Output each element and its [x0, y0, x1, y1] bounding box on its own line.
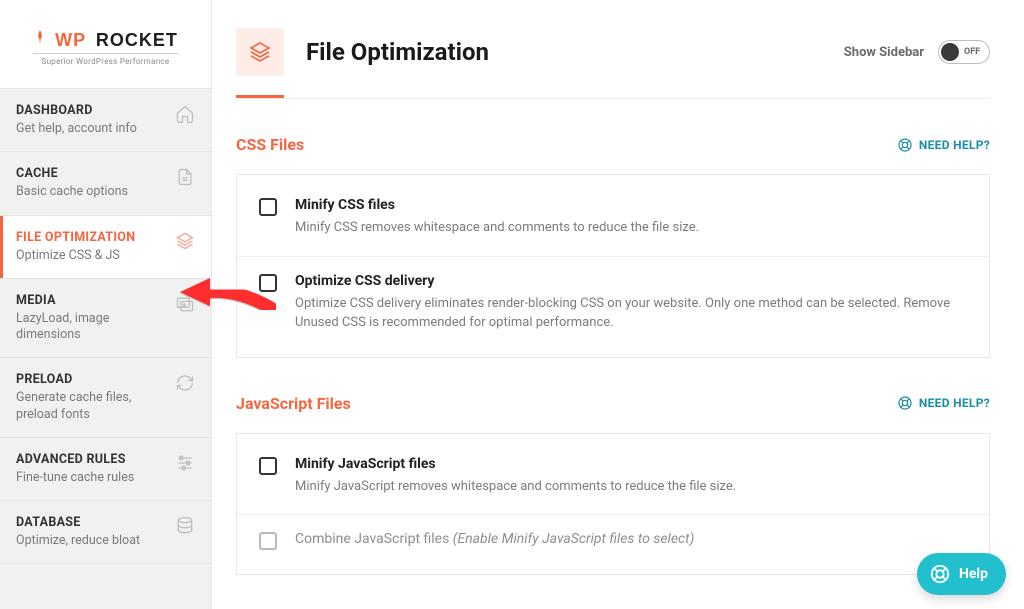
show-sidebar-toggle[interactable]: OFF	[938, 40, 990, 64]
option-title: Combine JavaScript files (Enable Minify …	[295, 531, 694, 547]
option-note: (Enable Minify JavaScript files to selec…	[453, 531, 695, 547]
page-header-icon	[236, 28, 284, 76]
need-help-link[interactable]: NEED HELP?	[897, 137, 990, 153]
sidebar-item-title: MEDIA	[16, 293, 169, 308]
need-help-label: NEED HELP?	[919, 138, 990, 152]
toggle-knob	[941, 43, 959, 61]
option-row: Combine JavaScript files (Enable Minify …	[237, 514, 989, 568]
help-fab[interactable]: Help	[917, 553, 1006, 595]
sidebar-item-dashboard[interactable]: DASHBOARD Get help, account info	[0, 88, 211, 151]
sidebar-item-advanced-rules[interactable]: ADVANCED RULES Fine-tune cache rules	[0, 437, 211, 500]
option-title: Optimize CSS delivery	[295, 273, 967, 289]
sidebar-item-title: PRELOAD	[16, 372, 169, 387]
sidebar-item-desc: Basic cache options	[16, 184, 128, 200]
sidebar-item-desc: Get help, account info	[16, 121, 137, 137]
sidebar-item-file-optimization[interactable]: FILE OPTIMIZATION Optimize CSS & JS	[0, 215, 211, 278]
sidebar-item-preload[interactable]: PRELOAD Generate cache files, preload fon…	[0, 357, 211, 437]
sidebar-item-desc: Optimize, reduce bloat	[16, 533, 140, 549]
sidebar-item-desc: Optimize CSS & JS	[16, 248, 135, 264]
lifebuoy-icon	[897, 137, 913, 153]
layers-icon	[248, 40, 272, 64]
refresh-icon	[175, 373, 195, 397]
page-title: File Optimization	[306, 38, 489, 66]
sidebar-item-title: FILE OPTIMIZATION	[16, 230, 135, 245]
option-checkbox[interactable]	[259, 457, 277, 475]
sidebar-item-media[interactable]: MEDIA LazyLoad, image dimensions	[0, 278, 211, 358]
sliders-icon	[175, 453, 195, 477]
sidebar-item-title: ADVANCED RULES	[16, 452, 134, 467]
nav-list: DASHBOARD Get help, account info CACHE Basi…	[0, 88, 211, 564]
option-desc: Minify JavaScript removes whitespace and…	[295, 478, 736, 497]
lifebuoy-icon	[897, 395, 913, 411]
file-icon	[175, 167, 195, 191]
toggle-state-label: OFF	[964, 47, 980, 57]
logo-tagline: Superior WordPress Performance	[33, 53, 178, 66]
sidebar-item-title: DASHBOARD	[16, 103, 137, 118]
logo-suffix: ROCKET	[96, 30, 178, 50]
logo-prefix: WP	[55, 30, 86, 50]
main-content: File Optimization Show Sidebar OFF CSS F…	[212, 0, 1024, 609]
option-row: Minify JavaScript files Minify JavaScript…	[237, 440, 989, 515]
media-icon	[175, 294, 195, 318]
sidebar-item-database[interactable]: DATABASE Optimize, reduce bloat	[0, 500, 211, 564]
section-javascript-files: JavaScript Files NEED HELP? Minify JavaScr…	[236, 394, 990, 576]
option-title: Minify CSS files	[295, 197, 699, 213]
option-desc: Optimize CSS delivery eliminates render-…	[295, 295, 967, 333]
options-card: Minify JavaScript files Minify JavaScript…	[236, 433, 990, 576]
option-title: Minify JavaScript files	[295, 456, 736, 472]
sidebar-item-desc: Generate cache files, preload fonts	[16, 390, 169, 423]
help-fab-label: Help	[959, 566, 988, 582]
page-header: File Optimization Show Sidebar OFF	[236, 28, 990, 99]
need-help-link[interactable]: NEED HELP?	[897, 395, 990, 411]
option-row: Minify CSS files Minify CSS removes white…	[237, 181, 989, 256]
sidebar-item-desc: Fine-tune cache rules	[16, 470, 134, 486]
options-card: Minify CSS files Minify CSS removes white…	[236, 174, 990, 358]
rocket-icon	[33, 27, 47, 50]
option-checkbox[interactable]	[259, 274, 277, 292]
sidebar-item-title: CACHE	[16, 166, 128, 181]
layers-icon	[175, 231, 195, 255]
app-root: WP ROCKET Superior WordPress Performance…	[0, 0, 1024, 609]
section-css-files: CSS FilesNEED HELP?Minify CSS filesMinif…	[236, 135, 990, 358]
option-checkbox[interactable]	[259, 198, 277, 216]
settings-sidebar: WP ROCKET Superior WordPress Performance…	[0, 0, 212, 609]
option-row: Optimize CSS delivery Optimize CSS delive…	[237, 256, 989, 351]
option-desc: Minify CSS removes whitespace and commen…	[295, 219, 699, 238]
home-icon	[175, 104, 195, 128]
section-title: JavaScript Files	[236, 394, 351, 413]
show-sidebar-label: Show Sidebar	[844, 45, 924, 60]
option-checkbox	[259, 532, 277, 550]
sidebar-item-desc: LazyLoad, image dimensions	[16, 311, 169, 344]
need-help-label: NEED HELP?	[919, 396, 990, 410]
section-title: CSS Files	[236, 135, 304, 154]
database-icon	[175, 516, 195, 540]
logo: WP ROCKET Superior WordPress Performance	[0, 0, 211, 88]
lifebuoy-icon	[929, 563, 951, 585]
sidebar-item-title: DATABASE	[16, 515, 140, 530]
sections-host: CSS FilesNEED HELP?Minify CSS filesMinif…	[236, 99, 990, 575]
sidebar-item-cache[interactable]: CACHE Basic cache options	[0, 151, 211, 214]
